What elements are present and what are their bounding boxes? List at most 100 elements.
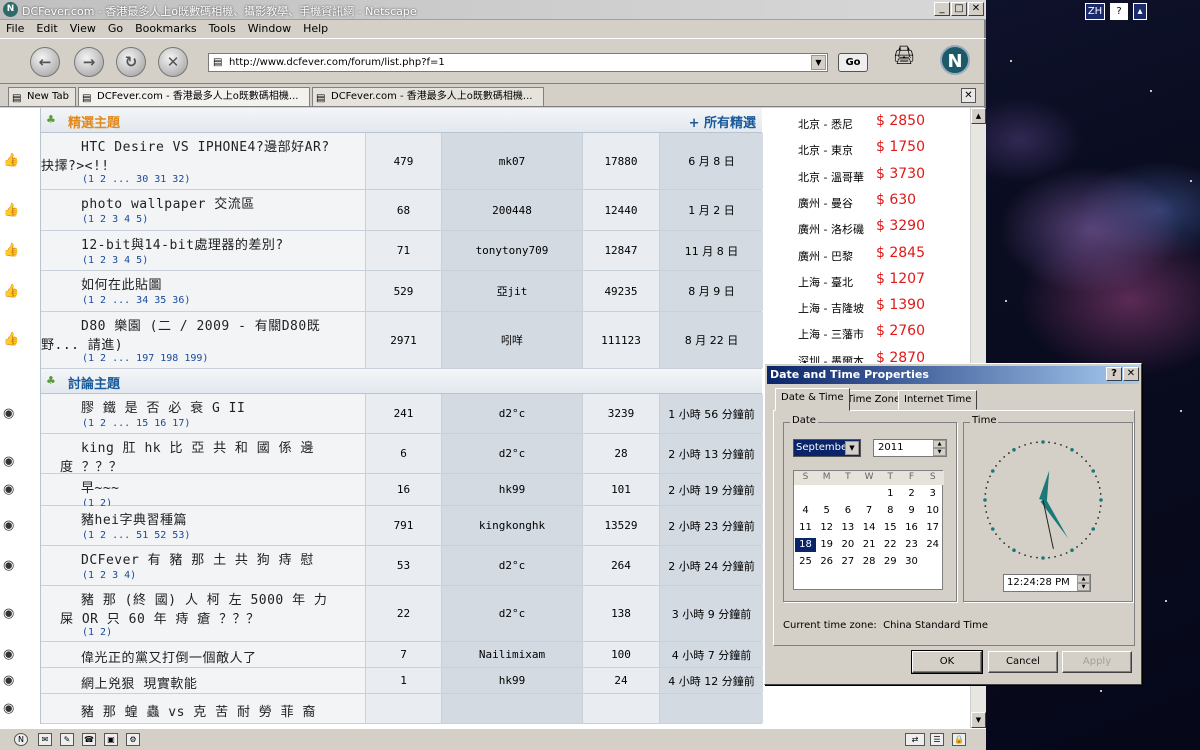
calendar-day[interactable]: 9: [901, 504, 922, 518]
scroll-down-icon[interactable]: ▼: [971, 712, 986, 728]
close-button[interactable]: ✕: [968, 2, 984, 16]
cancel-button[interactable]: Cancel: [988, 651, 1058, 673]
stop-button[interactable]: ✕: [158, 47, 188, 77]
topic-row[interactable]: ◉ DCFever 有 豬 那 土 共 狗 痔 慰 (1 2 3 4) 53 d2°c 2…: [3, 546, 763, 586]
topic-row[interactable]: ◉ 膠 鐵 是 否 必 衰 G II (1 2 ... 15 16 17) 241 d2…: [3, 394, 763, 434]
spin-down-icon[interactable]: ▼: [933, 448, 946, 456]
author-link[interactable]: kingkonghk: [442, 506, 582, 545]
calendar-day[interactable]: 4: [795, 504, 816, 518]
calendar-day[interactable]: 8: [880, 504, 901, 518]
topic-page-links[interactable]: (1 2 ... 51 52 53): [82, 530, 190, 541]
author-link[interactable]: d2°c: [442, 586, 582, 641]
calendar-day[interactable]: 28: [859, 555, 880, 569]
calendar-day[interactable]: 13: [837, 521, 858, 535]
tools-icon[interactable]: ⚙: [126, 733, 140, 746]
calendar-day[interactable]: 3: [922, 487, 943, 501]
menu-view[interactable]: View: [64, 20, 102, 35]
calendar-day[interactable]: 21: [859, 538, 880, 552]
forward-button[interactable]: →: [74, 47, 104, 77]
topic-title-link[interactable]: DCFever 有 豬 那 土 共 狗 痔 慰: [81, 549, 314, 568]
topic-title-link[interactable]: 12-bit與14-bit處理器的差別?: [81, 234, 284, 253]
topic-row[interactable]: ◉ 豬hei字典習種篇 (1 2 ... 51 52 53) 791 kingkongh…: [3, 506, 763, 546]
menu-tools[interactable]: Tools: [203, 20, 242, 35]
author-link[interactable]: 吲咩: [442, 312, 582, 368]
help-icon[interactable]: ?: [1110, 3, 1128, 20]
tab-dcfever-1[interactable]: ▤ DCFever.com - 香港最多人上o既數碼相機...: [78, 87, 310, 106]
author-link[interactable]: Nailimixam: [442, 642, 582, 667]
all-featured-link[interactable]: + 所有精選: [689, 112, 756, 131]
calendar-day[interactable]: 11: [795, 521, 816, 535]
dialog-close-button[interactable]: ✕: [1123, 367, 1139, 381]
calendar-day[interactable]: 5: [816, 504, 837, 518]
author-link[interactable]: hk99: [442, 668, 582, 693]
topic-title-link[interactable]: photo wallpaper 交流區: [81, 193, 255, 212]
tab-internet-time[interactable]: Internet Time: [898, 390, 978, 410]
calendar-day[interactable]: 30: [901, 555, 922, 569]
calendar-day[interactable]: 10: [922, 504, 943, 518]
topic-title-link[interactable]: HTC Desire VS IPHONE4?邊部好AR?: [81, 136, 330, 155]
calendar-day[interactable]: 26: [816, 555, 837, 569]
calendar-day[interactable]: 19: [816, 538, 837, 552]
author-link[interactable]: d2°c: [442, 546, 582, 585]
calendar-day[interactable]: 25: [795, 555, 816, 569]
spin-up-icon[interactable]: ▲: [933, 440, 946, 448]
topic-title-link[interactable]: D80 樂園 (二 / 2009 - 有關D80既: [81, 315, 320, 334]
apply-button[interactable]: Apply: [1062, 651, 1132, 673]
language-indicator[interactable]: ZH: [1085, 3, 1105, 20]
netscape-status-icon[interactable]: N: [14, 733, 28, 746]
topic-page-links[interactable]: (1 2 ... 34 35 36): [82, 295, 190, 306]
topic-row[interactable]: 👍 如何在此貼圖 (1 2 ... 34 35 36) 529 亞jit 49235 8 月…: [3, 271, 763, 312]
url-input[interactable]: ▤ http://www.dcfever.com/forum/list.php?…: [208, 53, 828, 72]
menu-help[interactable]: Help: [297, 20, 334, 35]
tab-new[interactable]: ▤ New Tab: [8, 87, 76, 106]
ok-button[interactable]: OK: [911, 650, 983, 674]
tab-dcfever-2[interactable]: ▤ DCFever.com - 香港最多人上o既數碼相機...: [312, 87, 544, 106]
menu-file[interactable]: File: [0, 20, 30, 35]
author-link[interactable]: tonytony709: [442, 231, 582, 270]
calendar-day[interactable]: 12: [816, 521, 837, 535]
print-icon[interactable]: 🖨: [890, 45, 918, 71]
composer-icon[interactable]: ✎: [60, 733, 74, 746]
calendar-day[interactable]: 22: [880, 538, 901, 552]
calendar-day[interactable]: 29: [880, 555, 901, 569]
topic-title-link-cont[interactable]: 屎 OR 只 60 年 痔 瘡 ？？？: [60, 608, 260, 627]
tab-time-zone[interactable]: Time Zone: [841, 390, 907, 410]
go-button[interactable]: Go: [838, 53, 868, 72]
author-link[interactable]: 亞jit: [442, 271, 582, 311]
chevron-down-icon[interactable]: ▼: [845, 441, 859, 455]
calendar-day[interactable]: 14: [859, 521, 880, 535]
topic-title-link[interactable]: king 肛 hk 比 亞 共 和 國 係 邊: [81, 437, 314, 456]
minimize-button[interactable]: _: [934, 2, 950, 16]
topic-title-link[interactable]: 早~~~: [81, 477, 119, 496]
year-stepper[interactable]: 2011 ▲ ▼: [873, 439, 947, 457]
mail-icon[interactable]: ✉: [38, 733, 52, 746]
topic-title-link[interactable]: 如何在此貼圖: [81, 274, 162, 293]
menu-edit[interactable]: Edit: [30, 20, 63, 35]
topic-page-links[interactable]: (1 2 3 4 5): [82, 214, 148, 225]
dialog-help-button[interactable]: ?: [1106, 367, 1122, 381]
calendar-day[interactable]: 24: [922, 538, 943, 552]
author-link[interactable]: [442, 694, 582, 723]
topic-title-link-cont[interactable]: 抉擇?><!!: [41, 155, 110, 174]
topic-row[interactable]: ◉ 豬 那 蝗 蟲 vs 克 苦 耐 勞 菲 裔: [3, 694, 763, 724]
calendar-day[interactable]: 7: [859, 504, 880, 518]
topic-row[interactable]: ◉ 早~~~ (1 2) 16 hk99 101 2 小時 19 分鐘前: [3, 474, 763, 509]
topic-page-links[interactable]: (1 2 3 4): [82, 570, 136, 581]
spin-up-icon[interactable]: ▲: [1077, 575, 1090, 583]
topic-row[interactable]: ◉ king 肛 hk 比 亞 共 和 國 係 邊度 ？？？ 6 d2°c 28 2 小時…: [3, 434, 763, 475]
calendar-day[interactable]: 27: [837, 555, 858, 569]
topic-title-link-cont[interactable]: 度 ？？？: [60, 456, 122, 475]
topic-row[interactable]: ◉ 豬 那 (終 國) 人 柯 左 5000 年 力屎 OR 只 60 年 痔 瘡…: [3, 586, 763, 642]
close-tab-button[interactable]: ✕: [961, 88, 976, 103]
calendar-day[interactable]: 18: [795, 538, 816, 552]
netscape-throbber-icon[interactable]: N: [940, 45, 970, 75]
topic-title-link[interactable]: 豬 那 (終 國) 人 柯 左 5000 年 力: [81, 589, 327, 608]
menu-window[interactable]: Window: [242, 20, 297, 35]
tray-icon[interactable]: ▴: [1133, 3, 1147, 20]
topic-row[interactable]: ◉ 網上兇狠 現實軟能 1 hk99 24 4 小時 12 分鐘前: [3, 668, 763, 694]
author-link[interactable]: d2°c: [442, 394, 582, 433]
topic-page-links[interactable]: (1 2 ... 197 198 199): [82, 353, 208, 364]
topic-title-link-cont[interactable]: 野... 請進): [41, 334, 123, 353]
topic-row[interactable]: 👍 HTC Desire VS IPHONE4?邊部好AR? 抉擇?><!! (1 2…: [3, 133, 763, 190]
back-button[interactable]: ←: [30, 47, 60, 77]
